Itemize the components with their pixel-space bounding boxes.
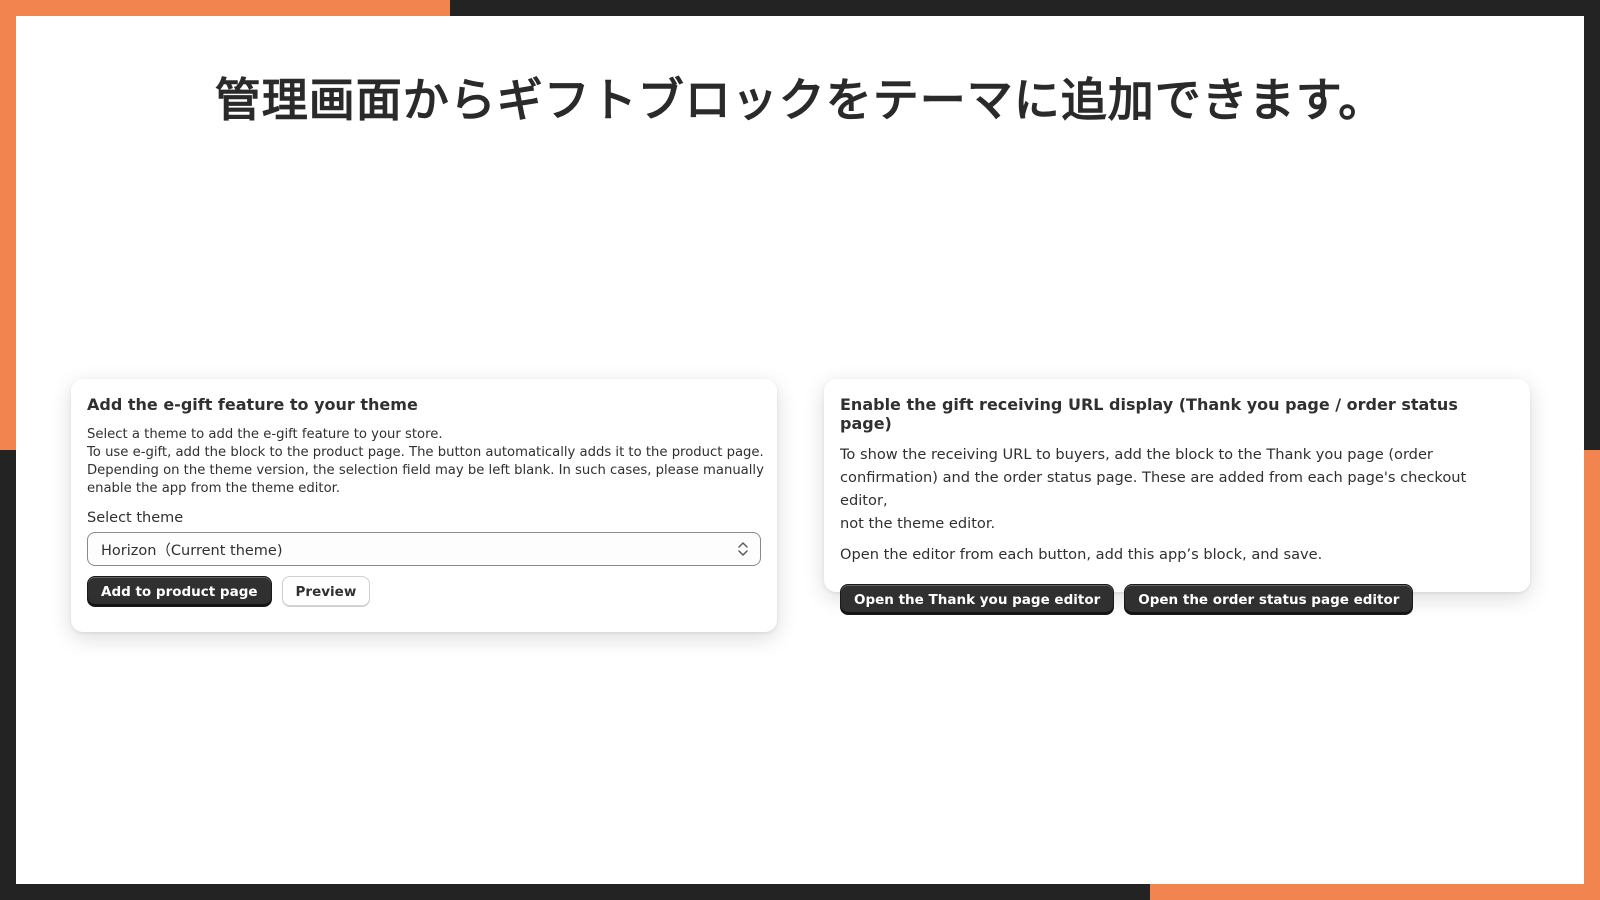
description-line: not the theme editor.	[840, 515, 996, 532]
description-line: Depending on the theme version, the sele…	[87, 463, 764, 478]
theme-card-title: Add the e-gift feature to your theme	[87, 395, 418, 414]
theme-feature-card: Add the e-gift feature to your theme Sel…	[71, 379, 777, 632]
accent-bar-top	[0, 0, 450, 16]
receiving-url-card: Enable the gift receiving URL display (T…	[824, 379, 1530, 615]
description-line: To show the receiving URL to buyers, add…	[840, 446, 1433, 463]
open-thank-you-editor-button[interactable]: Open the Thank you page editor	[840, 584, 1115, 615]
url-card-description: To show the receiving URL to buyers, add…	[840, 443, 1514, 535]
theme-select-value: Horizon（Current theme)	[101, 542, 283, 559]
theme-card-description: Select a theme to add the e-gift feature…	[87, 426, 764, 498]
url-card-actions: Open the Thank you page editor Open the …	[840, 584, 1514, 615]
description-line: enable the app from the theme editor.	[87, 481, 341, 496]
accent-bar-left	[0, 0, 16, 450]
theme-card-actions: Add to product page Preview	[87, 576, 761, 607]
add-to-product-page-button[interactable]: Add to product page	[87, 576, 272, 607]
select-theme-label: Select theme	[87, 510, 184, 526]
slide-title: 管理画面からギフトブロックをテーマに追加できます。	[214, 73, 1386, 127]
url-card-title: Enable the gift receiving URL display (T…	[840, 395, 1458, 433]
description-line: To use e-gift, add the block to the prod…	[87, 445, 764, 460]
preview-button[interactable]: Preview	[281, 576, 371, 607]
accent-bar-right	[1584, 450, 1600, 900]
url-card-instruction: Open the editor from each button, add th…	[840, 546, 1323, 563]
description-line: Select a theme to add the e-gift feature…	[87, 427, 443, 442]
description-line: confirmation) and the order status page.…	[840, 469, 1467, 509]
accent-bar-bottom	[1150, 884, 1600, 900]
open-order-status-editor-button[interactable]: Open the order status page editor	[1124, 584, 1414, 615]
slide: 管理画面からギフトブロックをテーマに追加できます。 Add the e-gift…	[16, 16, 1584, 884]
chevron-up-down-icon	[738, 542, 748, 556]
theme-select[interactable]: Horizon（Current theme)	[87, 532, 761, 566]
